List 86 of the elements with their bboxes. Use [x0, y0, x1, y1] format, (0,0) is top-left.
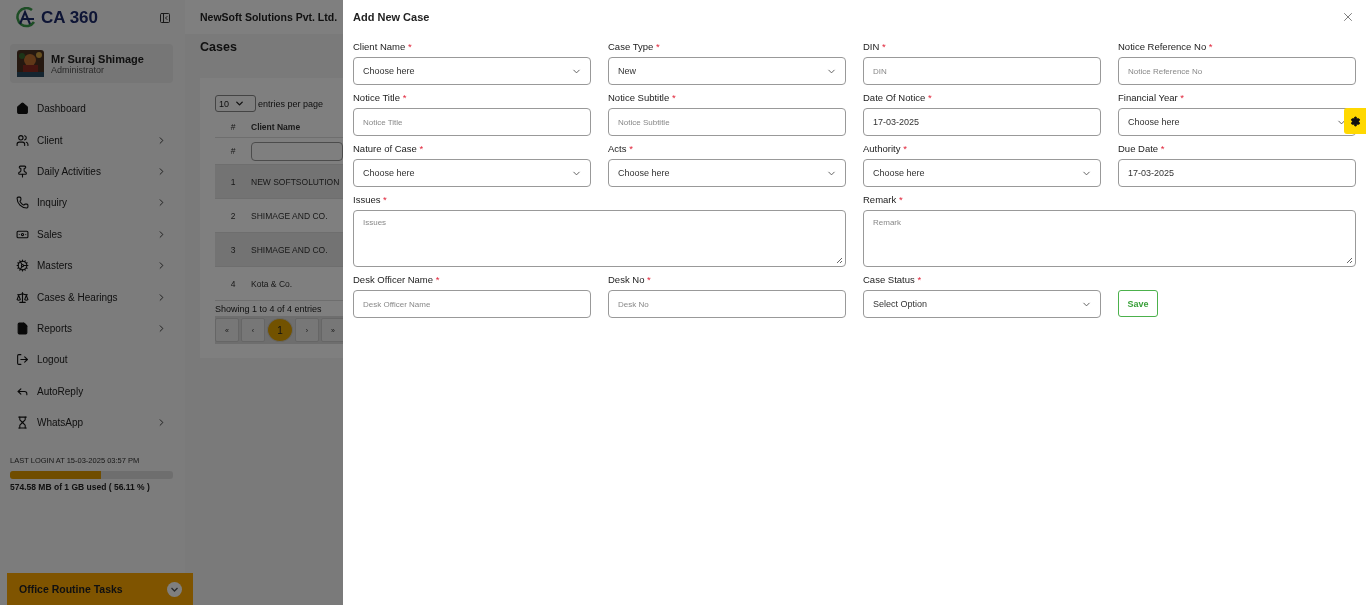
- nav-item[interactable]: WhatsApp: [0, 406, 185, 439]
- text-area[interactable]: Issues: [353, 210, 846, 267]
- nav-item[interactable]: Reports: [0, 312, 185, 345]
- chevron-down-icon: [167, 581, 182, 597]
- resize-grip-icon: [836, 257, 843, 264]
- field-label: Date Of Notice *: [863, 92, 933, 105]
- logout-icon: [16, 353, 29, 367]
- user-name: Mr Suraj Shimage: [51, 52, 144, 65]
- document-icon: [16, 321, 29, 335]
- field-label: Issues *: [353, 194, 388, 207]
- field-label: Desk Officer Name *: [353, 274, 441, 287]
- nav-item[interactable]: Inquiry: [0, 187, 185, 219]
- input-field[interactable]: Notice Reference No: [1118, 57, 1356, 85]
- column-header: #: [229, 121, 237, 132]
- field-label: DIN *: [863, 41, 887, 54]
- field-label: Case Status *: [863, 274, 923, 287]
- field-label: Desk No *: [608, 274, 652, 287]
- nav-item[interactable]: Masters: [0, 249, 185, 282]
- company-name: NewSoft Solutions Pvt. Ltd.: [185, 0, 343, 34]
- phone-icon: [16, 196, 29, 210]
- nav-item[interactable]: Logout: [0, 344, 185, 376]
- entries-info: Showing 1 to 4 of 4 entries: [215, 304, 323, 314]
- table-cell: SHIMAGE AND CO.: [251, 244, 328, 255]
- table-cell: NEW SOFTSOLUTION: [251, 176, 340, 187]
- nav-item[interactable]: Sales: [0, 218, 185, 250]
- input-field[interactable]: Desk Officer Name: [353, 290, 591, 318]
- field-label: Case Type *: [608, 41, 661, 54]
- field-label: Remark *: [863, 194, 904, 207]
- select-field[interactable]: New: [608, 57, 846, 85]
- nav-item[interactable]: Dashboard: [0, 93, 185, 125]
- select-field[interactable]: Choose here: [608, 159, 846, 187]
- table-cell-text: 3: [229, 244, 237, 255]
- nav-item[interactable]: Daily Activities: [0, 155, 185, 188]
- home-icon: [16, 102, 29, 116]
- table-cell: SHIMAGE AND CO.: [251, 210, 328, 221]
- select-field[interactable]: Choose here: [863, 159, 1101, 187]
- field-label: Notice Title *: [353, 92, 408, 105]
- filter-field[interactable]: [251, 141, 343, 161]
- save-button[interactable]: Save: [1118, 290, 1158, 317]
- column-header: Client Name: [251, 121, 301, 132]
- user-role: Administrator: [51, 64, 104, 75]
- logo-text: CA 360: [41, 8, 98, 28]
- field-label: Authority *: [863, 143, 908, 156]
- select-field[interactable]: Select Option: [863, 290, 1101, 318]
- text-area[interactable]: Remark: [863, 210, 1356, 267]
- pin-icon: [16, 164, 29, 178]
- select-field[interactable]: Choose here: [353, 57, 591, 85]
- scale-icon: [16, 290, 29, 304]
- field-label: Due Date *: [1118, 143, 1166, 156]
- select-field[interactable]: Choose here: [353, 159, 591, 187]
- field-label: Notice Reference No *: [1118, 41, 1214, 54]
- users-icon: [16, 133, 29, 147]
- input-field[interactable]: 17-03-2025: [863, 108, 1101, 136]
- input-field[interactable]: Desk No: [608, 290, 846, 318]
- page-button[interactable]: 1: [267, 318, 293, 342]
- collapse-icon[interactable]: [159, 12, 171, 24]
- page-size-select[interactable]: 10: [215, 95, 256, 112]
- input-field[interactable]: Notice Subtitle: [608, 108, 846, 136]
- table-cell-text: 2: [229, 210, 237, 221]
- user-card[interactable]: Mr Suraj Shimage Administrator: [10, 44, 173, 83]
- field-label: Acts *: [608, 143, 634, 156]
- table-cell: Kota & Co.: [251, 278, 293, 289]
- nav-item[interactable]: AutoReply: [0, 375, 185, 407]
- input-field[interactable]: Notice Title: [353, 108, 591, 136]
- tasks-bar[interactable]: Office Routine Tasks: [7, 573, 193, 605]
- field-label: Nature of Case *: [353, 143, 425, 156]
- page-size-label: entries per page: [258, 98, 324, 109]
- table-cell-text: 4: [229, 278, 237, 289]
- nav-item[interactable]: Cases & Hearings: [0, 281, 185, 313]
- field-label: Notice Subtitle *: [608, 92, 677, 105]
- hourglass-icon: [16, 416, 29, 430]
- filter-mark: #: [229, 146, 237, 156]
- settings-icon: [1350, 115, 1361, 127]
- field-label: Client Name *: [353, 41, 413, 54]
- field-label: Financial Year *: [1118, 92, 1186, 105]
- table-cell-text: 1: [229, 176, 237, 187]
- input-field[interactable]: DIN: [863, 57, 1101, 85]
- modal-title: Add New Case: [353, 10, 430, 23]
- gear-icon: [16, 259, 29, 273]
- chevron-down-icon: [234, 98, 245, 109]
- page-title: Cases: [199, 39, 238, 56]
- input-field[interactable]: 17-03-2025: [1118, 159, 1356, 187]
- resize-grip-icon: [1346, 257, 1353, 264]
- storage-used: 574.58 MB of 1 GB used ( 56.11 % ): [10, 482, 151, 493]
- nav-item[interactable]: Client: [0, 124, 185, 156]
- settings-button[interactable]: [1344, 108, 1366, 134]
